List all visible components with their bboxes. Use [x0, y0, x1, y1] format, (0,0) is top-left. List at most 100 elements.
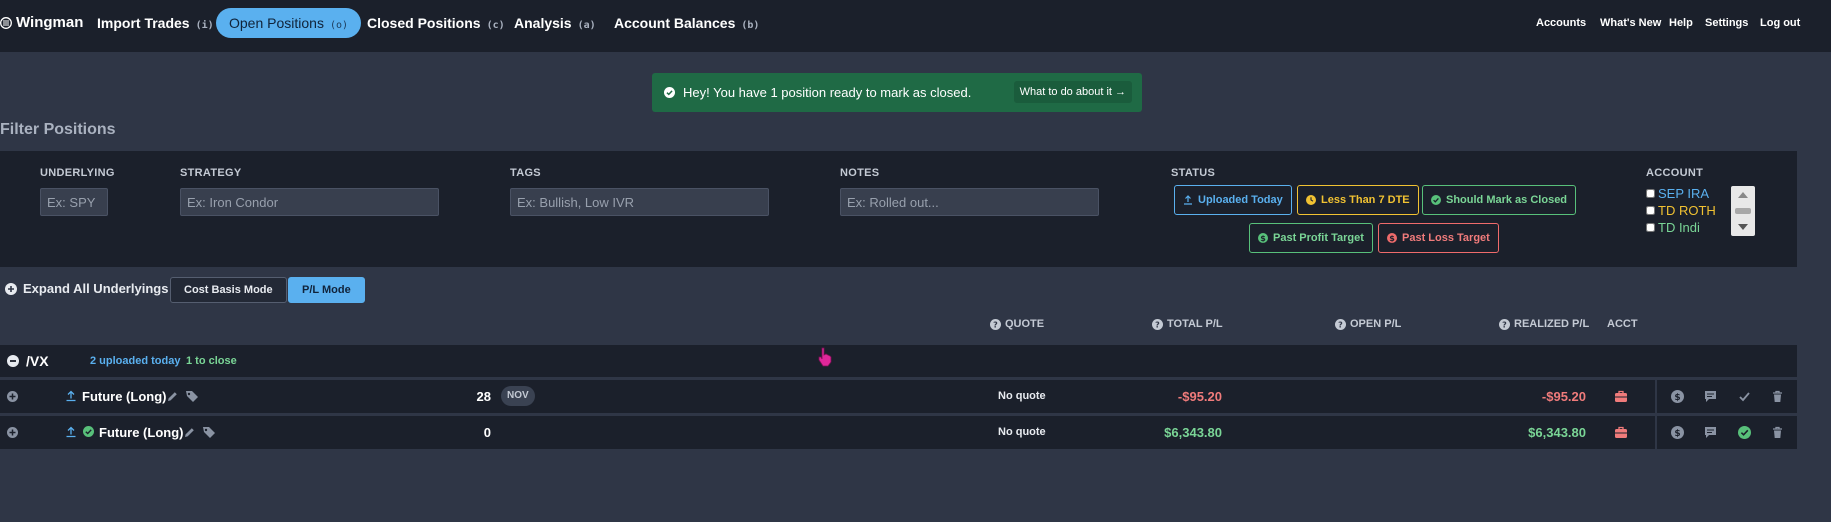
- account-option-sep-ira[interactable]: SEP IRA: [1646, 186, 1709, 201]
- button-label: Past Profit Target: [1273, 232, 1364, 244]
- check-circle-icon: [664, 87, 675, 98]
- account-label: ACCOUNT: [1646, 167, 1704, 179]
- shortcut-key: (b): [741, 20, 760, 31]
- past-loss-target-filter[interactable]: $ Past Loss Target: [1378, 223, 1499, 253]
- nav-open-positions[interactable]: Open Positions (o): [216, 8, 362, 38]
- filter-positions-title: Filter Positions: [0, 121, 116, 138]
- shortcut-key: (o): [329, 20, 349, 31]
- minus-circle-icon[interactable]: [7, 355, 19, 367]
- nav-label: Import Trades: [97, 15, 190, 31]
- trash-icon[interactable]: [1771, 390, 1784, 403]
- header-label: OPEN P/L: [1350, 318, 1402, 330]
- open-pl-header: ? OPEN P/L: [1335, 318, 1401, 330]
- nav-closed-positions[interactable]: Closed Positions (c): [367, 8, 505, 38]
- wingman-logo-icon: [0, 16, 12, 29]
- scroll-down-arrow-icon[interactable]: [1738, 224, 1748, 230]
- realized-pl-header: ? REALIZED P/L: [1499, 318, 1589, 330]
- close-ready-alert: Hey! You have 1 position ready to mark a…: [652, 73, 1142, 112]
- realized-pl-value: -$95.20: [1541, 389, 1586, 404]
- expand-all-label: Expand All Underlyings: [23, 281, 169, 296]
- logout-link[interactable]: Log out: [1760, 17, 1800, 29]
- past-profit-target-filter[interactable]: $ Past Profit Target: [1249, 223, 1373, 253]
- underlying-symbol: /VX: [26, 353, 49, 369]
- realized-pl-value: $6,343.80: [1528, 425, 1586, 440]
- svg-text:$: $: [1674, 429, 1680, 439]
- trash-icon[interactable]: [1771, 426, 1784, 439]
- help-circle-icon[interactable]: ?: [1152, 318, 1163, 330]
- help-link[interactable]: Help: [1669, 17, 1693, 29]
- nav-import-trades[interactable]: Import Trades (i): [97, 8, 214, 38]
- dollar-circle-icon: $: [1387, 233, 1397, 243]
- account-list-scrollbar[interactable]: [1731, 186, 1755, 236]
- svg-text:?: ?: [993, 320, 998, 329]
- brand-name: Wingman: [16, 14, 84, 31]
- position-row[interactable]: Future (Long) 0 No quote $6,343.80 $6,34…: [0, 416, 1797, 449]
- brand[interactable]: Wingman: [0, 14, 83, 31]
- shortcut-key: (i): [195, 20, 214, 31]
- uploaded-today-count: 2 uploaded today: [90, 355, 181, 367]
- less-than-7-dte-filter[interactable]: Less Than 7 DTE: [1297, 185, 1419, 215]
- pencil-icon[interactable]: [183, 426, 196, 439]
- underlying-input[interactable]: [40, 188, 108, 216]
- comment-icon[interactable]: [1704, 390, 1717, 403]
- status-label: STATUS: [1171, 167, 1216, 179]
- tags-input[interactable]: [510, 188, 769, 216]
- briefcase-icon: [1615, 426, 1627, 438]
- total-pl-value: $6,343.80: [1164, 425, 1222, 440]
- help-circle-icon[interactable]: ?: [990, 318, 1001, 330]
- pl-mode-button[interactable]: P/L Mode: [288, 277, 365, 303]
- account-checkbox[interactable]: [1646, 206, 1655, 215]
- top-navbar: Wingman Import Trades (i) Open Positions (…: [0, 0, 1831, 52]
- tag-icon[interactable]: [202, 426, 216, 439]
- nav-account-balances[interactable]: Account Balances (b): [614, 8, 759, 38]
- account-checkbox[interactable]: [1646, 189, 1655, 198]
- whats-new-link[interactable]: What's New: [1600, 17, 1661, 29]
- total-pl-value: -$95.20: [1177, 389, 1222, 404]
- upload-icon: [1184, 195, 1192, 205]
- svg-text:?: ?: [1338, 320, 1343, 329]
- upload-icon: [66, 426, 76, 438]
- accounts-link[interactable]: Accounts: [1536, 17, 1586, 29]
- help-circle-icon[interactable]: ?: [1499, 318, 1510, 330]
- what-to-do-link[interactable]: What to do about it →: [1013, 81, 1132, 103]
- help-circle-icon[interactable]: ?: [1335, 318, 1346, 330]
- svg-text:$: $: [1260, 234, 1266, 243]
- clock-icon: [1306, 195, 1316, 205]
- strategy-input[interactable]: [180, 188, 439, 216]
- strategy-label: STRATEGY: [180, 167, 242, 179]
- scroll-thumb[interactable]: [1735, 208, 1751, 214]
- should-mark-closed-filter[interactable]: Should Mark as Closed: [1422, 185, 1577, 215]
- check-circle-icon: [1431, 195, 1441, 205]
- pencil-icon[interactable]: [166, 390, 179, 403]
- account-name: TD Indi: [1658, 220, 1700, 235]
- dollar-circle-icon[interactable]: $: [1671, 390, 1684, 403]
- underlying-group-row[interactable]: /VX 2 uploaded today 1 to close: [0, 345, 1797, 377]
- settings-link[interactable]: Settings: [1705, 17, 1748, 29]
- account-option-td-indi[interactable]: TD Indi: [1646, 220, 1700, 235]
- expand-all-underlyings[interactable]: Expand All Underlyings: [5, 281, 168, 296]
- header-label: ACCT: [1607, 318, 1638, 330]
- position-quantity: 0: [483, 425, 491, 440]
- underlying-label: UNDERLYING: [40, 167, 115, 179]
- to-close-count: 1 to close: [186, 355, 237, 367]
- expand-row-icon[interactable]: [7, 391, 18, 402]
- account-option-td-roth[interactable]: TD ROTH: [1646, 203, 1716, 218]
- position-row[interactable]: Future (Long) 28 NOV No quote -$95.20 -$…: [0, 380, 1797, 413]
- uploaded-today-filter[interactable]: Uploaded Today: [1174, 185, 1292, 215]
- shortcut-key: (c): [486, 20, 505, 31]
- notes-input[interactable]: [840, 188, 1099, 216]
- position-name: Future (Long): [82, 389, 167, 404]
- expand-row-icon[interactable]: [7, 427, 18, 438]
- account-checkbox[interactable]: [1646, 223, 1655, 232]
- mark-closed-check-icon[interactable]: [1738, 426, 1751, 439]
- comment-icon[interactable]: [1704, 426, 1717, 439]
- check-circle-icon: [83, 426, 94, 437]
- shortcut-key: (a): [577, 20, 596, 31]
- tag-icon[interactable]: [185, 390, 199, 403]
- scroll-up-arrow-icon[interactable]: [1738, 192, 1748, 198]
- nav-analysis[interactable]: Analysis (a): [514, 8, 596, 38]
- dollar-circle-icon[interactable]: $: [1671, 426, 1684, 439]
- cost-basis-mode-button[interactable]: Cost Basis Mode: [170, 277, 287, 303]
- check-icon[interactable]: [1738, 390, 1751, 403]
- header-label: QUOTE: [1005, 318, 1045, 330]
